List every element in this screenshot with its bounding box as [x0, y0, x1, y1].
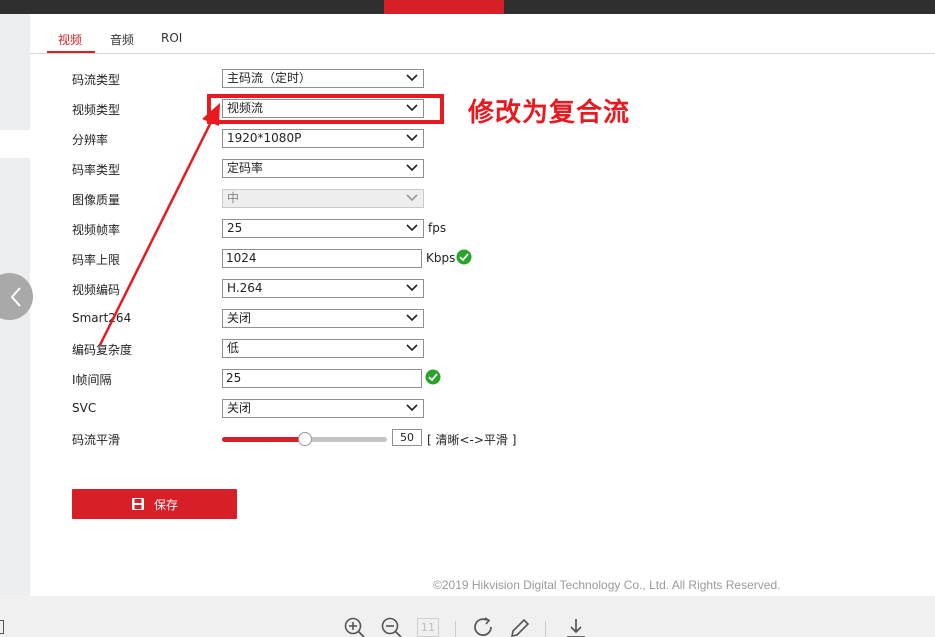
row-stream-type: 码流类型 主码流（定时） — [72, 69, 592, 89]
save-icon — [131, 498, 144, 510]
active-tab-indicator — [47, 51, 95, 53]
smoothing-slider-fill — [222, 437, 305, 442]
svc-value: 关闭 — [227, 401, 252, 415]
image-quality-label: 图像质量 — [72, 193, 121, 207]
max-bitrate-label: 码率上限 — [72, 253, 121, 267]
row-resolution: 分辨率 1920*1080P — [72, 129, 592, 149]
rotate-icon[interactable] — [472, 616, 496, 637]
row-image-quality: 图像质量 中 — [72, 189, 592, 209]
svc-select[interactable]: 关闭 — [222, 399, 424, 418]
row-video-encoding: 视频编码 H.264 — [72, 279, 592, 299]
bitrate-type-select[interactable]: 定码率 — [222, 159, 424, 178]
smart264-value: 关闭 — [227, 311, 252, 325]
i-frame-interval-label: I帧间隔 — [72, 373, 112, 387]
video-encoding-value: H.264 — [227, 281, 263, 295]
max-bitrate-input[interactable]: 1024 — [222, 249, 422, 268]
smart264-label: Smart264 — [72, 311, 132, 325]
chevron-down-icon — [406, 164, 418, 172]
copyright-text: ©2019 Hikvision Digital Technology Co., … — [433, 578, 781, 592]
toolbar-divider — [455, 621, 456, 637]
sidebar-gap — [0, 130, 30, 158]
bitrate-type-value: 定码率 — [227, 161, 264, 175]
video-encoding-label: 视频编码 — [72, 283, 121, 297]
frame-rate-select[interactable]: 25 — [222, 219, 424, 238]
row-encoding-complexity: 编码复杂度 低 — [72, 339, 592, 359]
pencil-icon[interactable] — [508, 616, 532, 637]
stream-type-label: 码流类型 — [72, 73, 121, 87]
max-bitrate-unit: Kbps — [426, 251, 456, 265]
smoothing-slider[interactable] — [222, 432, 387, 446]
smoothing-value-input[interactable]: 50 — [392, 429, 422, 446]
chevron-down-icon — [406, 194, 418, 202]
annotation-text: 修改为复合流 — [468, 98, 631, 128]
tab-video[interactable]: 视频 — [58, 31, 82, 48]
encoding-complexity-select[interactable]: 低 — [222, 339, 424, 358]
row-max-bitrate: 码率上限 1024 Kbps — [72, 249, 592, 269]
row-i-frame-interval: I帧间隔 25 — [72, 369, 592, 389]
image-quality-select: 中 — [222, 189, 424, 208]
smoothing-slider-handle[interactable] — [298, 432, 312, 446]
row-svc: SVC 关闭 — [72, 399, 592, 419]
chevron-down-icon — [406, 74, 418, 82]
smoothing-label: 码流平滑 — [72, 433, 121, 447]
row-smart264: Smart264 关闭 — [72, 309, 592, 329]
frame-rate-label: 视频帧率 — [72, 223, 121, 237]
zoom-in-icon[interactable] — [343, 616, 367, 637]
annotation-highlight-box — [207, 94, 444, 124]
encoding-complexity-label: 编码复杂度 — [72, 343, 133, 357]
smoothing-caption: [ 清晰<->平滑 ] — [427, 433, 517, 447]
top-navigation-bar — [0, 0, 935, 14]
frame-rate-value: 25 — [227, 221, 243, 235]
tab-roi[interactable]: ROI — [161, 31, 182, 45]
chevron-down-icon — [406, 224, 418, 232]
video-encoding-select[interactable]: H.264 — [222, 279, 424, 298]
chevron-down-icon — [406, 314, 418, 322]
row-smoothing: 码流平滑 50 [ 清晰<->平滑 ] — [72, 429, 592, 449]
zoom-out-icon[interactable] — [380, 616, 404, 637]
image-quality-value: 中 — [227, 191, 240, 205]
resolution-value: 1920*1080P — [227, 131, 302, 145]
active-menu-tab[interactable] — [384, 0, 504, 14]
download-icon[interactable] — [564, 616, 588, 637]
edge-bracket — [0, 620, 4, 634]
encoding-complexity-value: 低 — [227, 341, 240, 355]
row-frame-rate: 视频帧率 25 fps — [72, 219, 592, 239]
tab-audio[interactable]: 音频 — [110, 31, 134, 48]
chevron-left-icon — [10, 286, 21, 307]
resolution-select[interactable]: 1920*1080P — [222, 129, 424, 148]
stream-type-value: 主码流（定时） — [227, 71, 312, 85]
stream-type-select[interactable]: 主码流（定时） — [222, 69, 424, 88]
smart264-select[interactable]: 关闭 — [222, 309, 424, 328]
chevron-down-icon — [406, 404, 418, 412]
toolbar-divider — [545, 621, 546, 637]
check-circle-icon — [456, 249, 472, 265]
save-button-label: 保存 — [153, 497, 178, 512]
svc-label: SVC — [72, 401, 97, 415]
save-button[interactable]: 保存 — [72, 489, 237, 519]
chevron-down-icon — [406, 134, 418, 142]
resolution-label: 分辨率 — [72, 133, 109, 147]
settings-tabs: 视频 音频 ROI — [30, 14, 935, 54]
viewer-toolbar: 11 — [0, 596, 935, 637]
video-type-label: 视频类型 — [72, 103, 121, 117]
chevron-down-icon — [406, 344, 418, 352]
row-bitrate-type: 码率类型 定码率 — [72, 159, 592, 179]
chevron-down-icon — [406, 284, 418, 292]
check-circle-icon — [425, 369, 441, 385]
bitrate-type-label: 码率类型 — [72, 163, 121, 177]
page-number[interactable]: 11 — [417, 618, 439, 637]
frame-rate-unit: fps — [428, 221, 447, 235]
i-frame-interval-input[interactable]: 25 — [222, 369, 422, 388]
